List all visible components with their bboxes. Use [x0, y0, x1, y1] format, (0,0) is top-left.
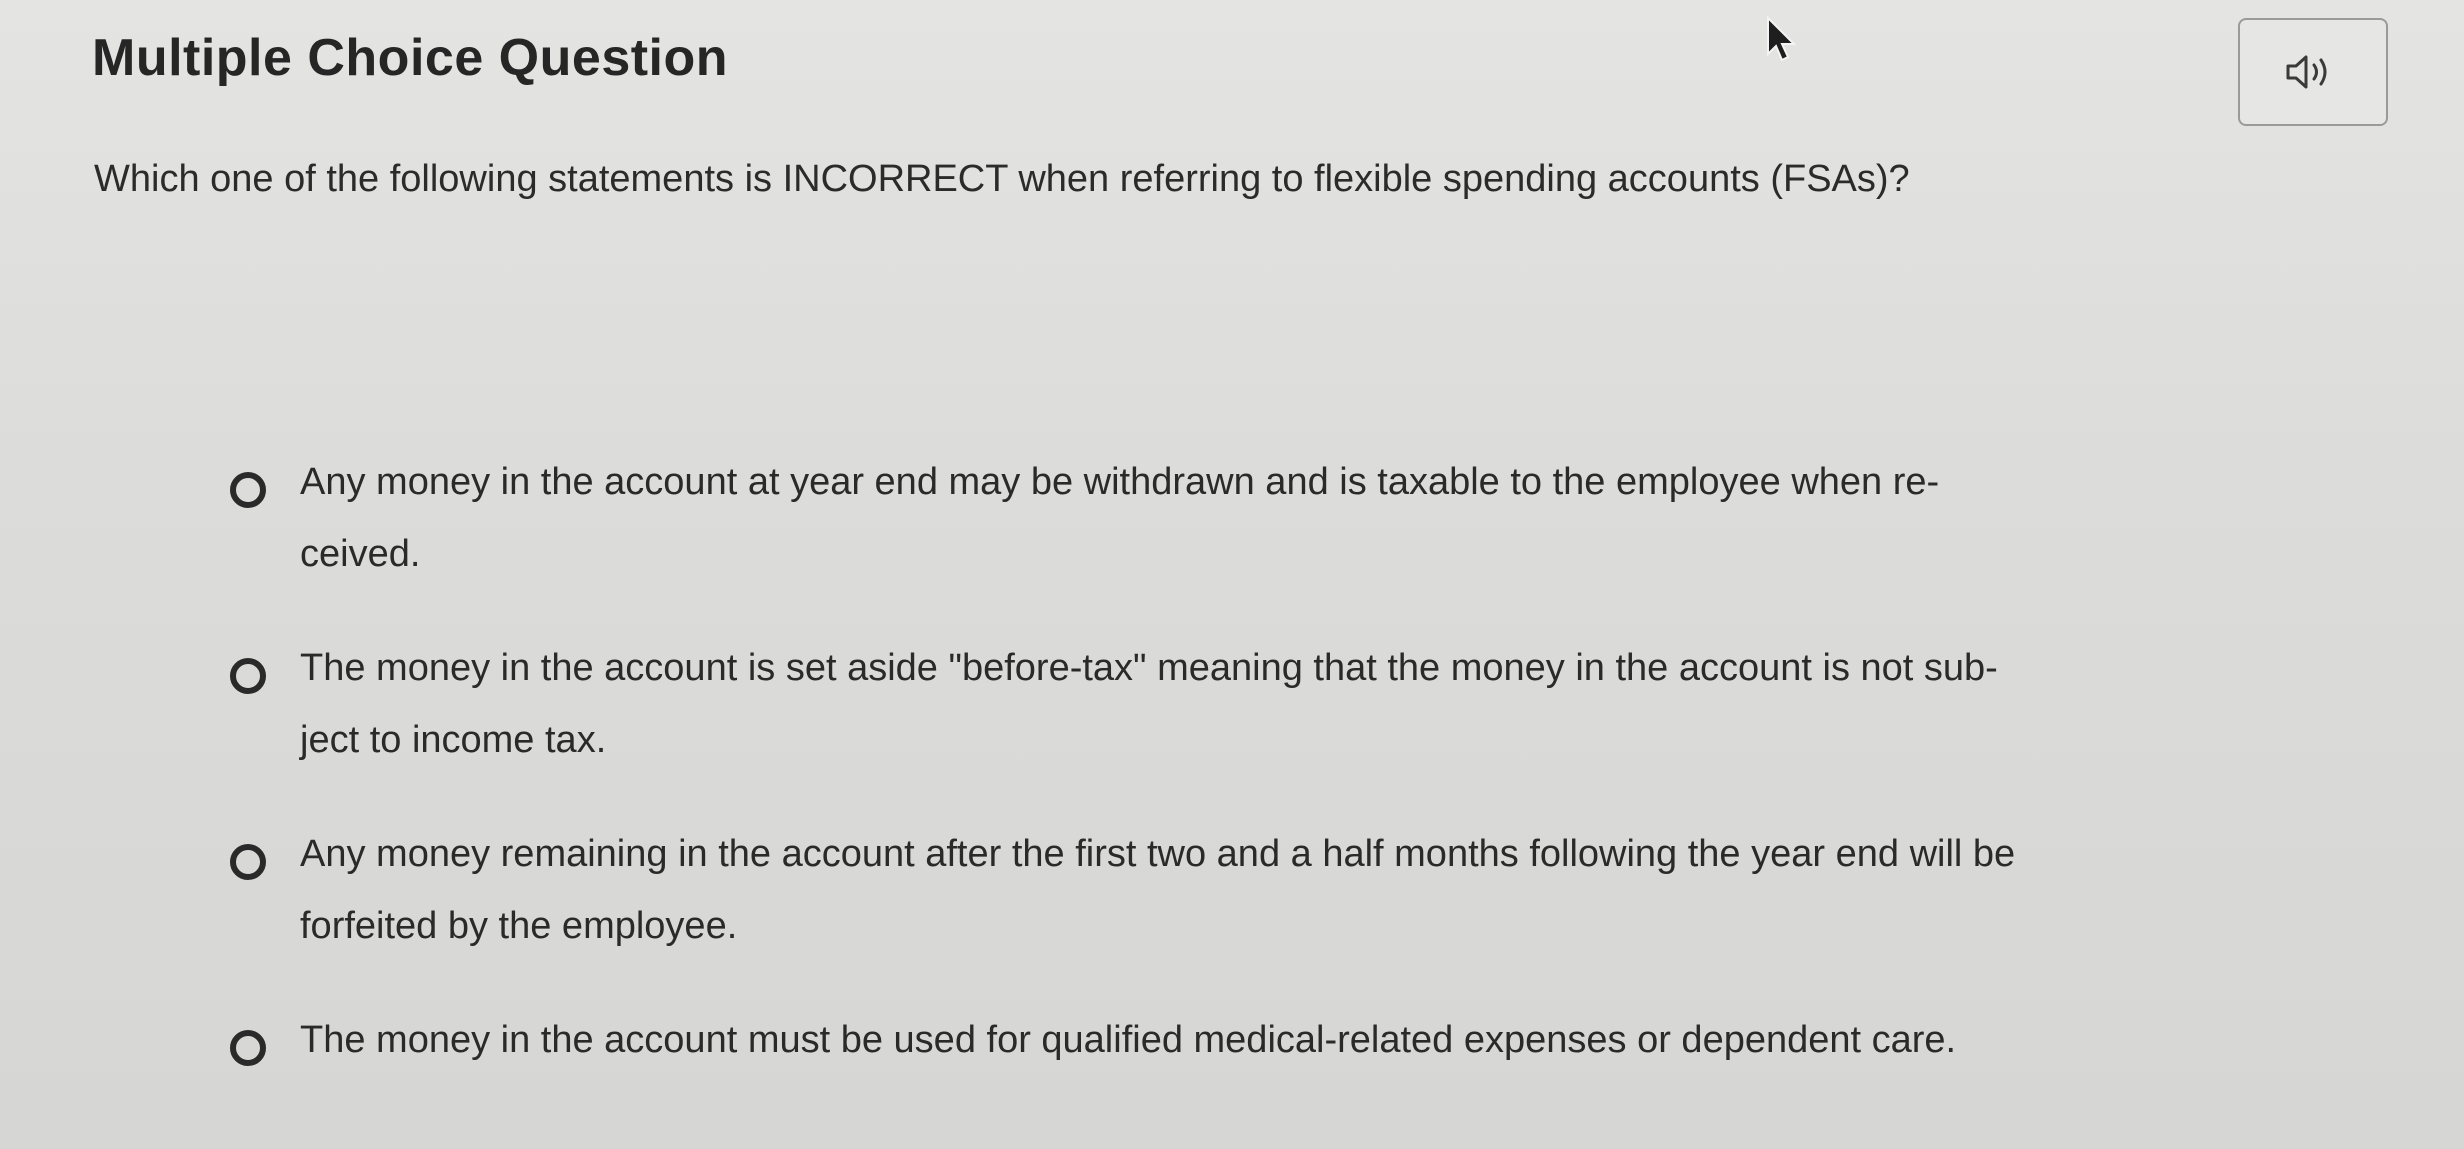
- radio-button[interactable]: [230, 1030, 266, 1066]
- answer-option-text: Any money in the account at year end may…: [300, 461, 1940, 575]
- mouse-cursor-icon: [1767, 16, 1797, 62]
- answer-option-2[interactable]: The money in the account is set aside "b…: [230, 646, 1998, 776]
- radio-button[interactable]: [230, 844, 266, 880]
- answer-option-4[interactable]: The money in the account must be used fo…: [230, 1018, 1956, 1076]
- read-aloud-button[interactable]: [2238, 18, 2388, 126]
- radio-button[interactable]: [230, 658, 266, 694]
- question-page: Multiple Choice Question Which one of th…: [0, 0, 2464, 1149]
- answer-option-text: Any money remaining in the account after…: [300, 833, 2016, 947]
- answer-option-1[interactable]: Any money in the account at year end may…: [230, 460, 1939, 590]
- question-stem: Which one of the following statements is…: [94, 158, 1910, 200]
- answer-option-text: The money in the account is set aside "b…: [300, 647, 1998, 761]
- radio-button[interactable]: [230, 472, 266, 508]
- speaker-icon: [2286, 55, 2327, 89]
- answer-option-3[interactable]: Any money remaining in the account after…: [230, 832, 2015, 962]
- answer-option-text: The money in the account must be used fo…: [300, 1019, 1957, 1061]
- question-type-heading: Multiple Choice Question: [92, 29, 729, 87]
